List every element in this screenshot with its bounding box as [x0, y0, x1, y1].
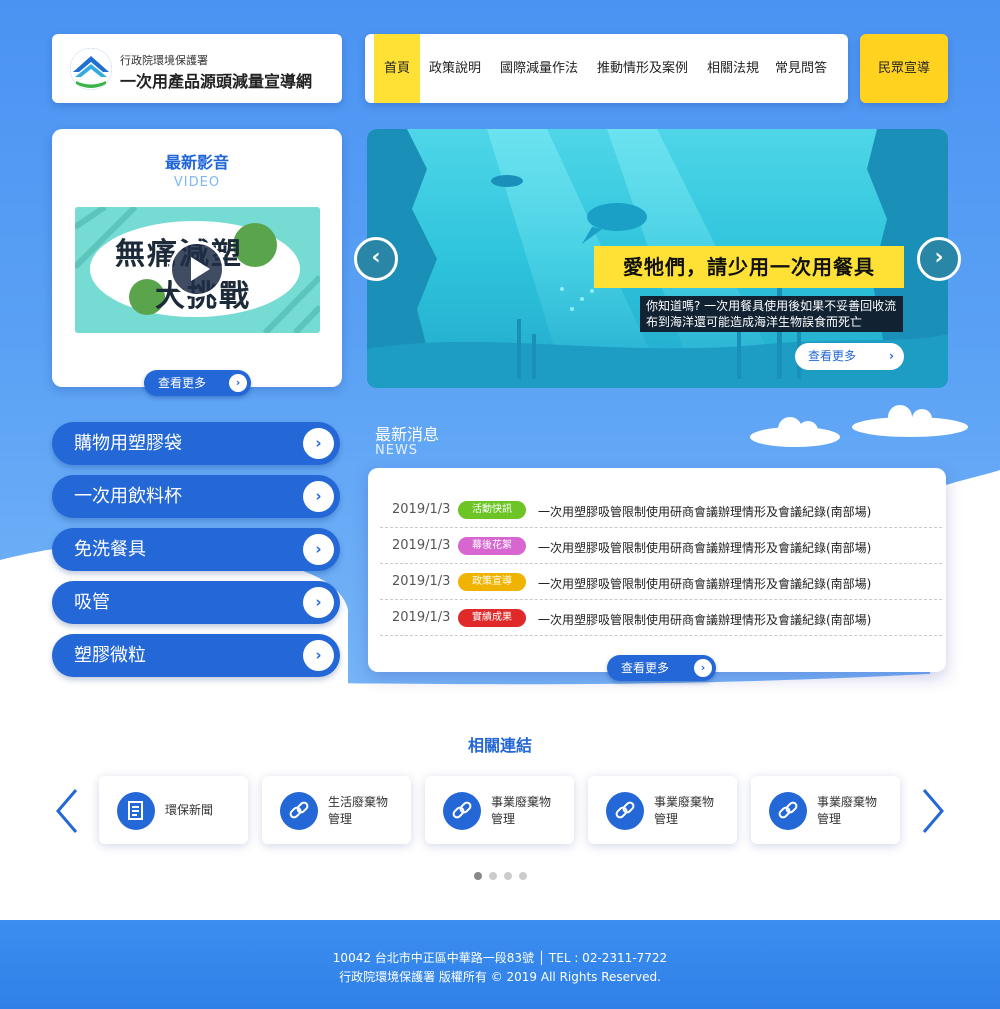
carousel-dot-active[interactable]	[474, 872, 482, 880]
link-label: 事業廢棄物	[817, 795, 878, 809]
chevron-right-icon: ›	[889, 349, 894, 363]
news-icon	[117, 792, 155, 830]
nav-regulations[interactable]: 相關法規	[707, 34, 759, 103]
video-more-label: 查看更多	[158, 376, 207, 390]
nav-policy[interactable]: 政策說明	[429, 34, 481, 103]
news-more-button[interactable]: 查看更多 ›	[607, 655, 716, 681]
news-date: 2019/1/3	[392, 610, 451, 625]
footer-copyright: 行政院環境保護署 版權所有 © 2019 All Rights Reserved…	[339, 970, 661, 984]
link-label: 管理	[491, 812, 516, 826]
category-microplastics[interactable]: 塑膠微粒 ›	[52, 634, 340, 677]
news-tag: 實績成果	[458, 609, 526, 627]
org-name: 行政院環境保護署	[120, 54, 208, 67]
banner-headline: 愛牠們，請少用一次用餐具	[594, 246, 904, 288]
site-name: 一次用產品源頭減量宣導網	[120, 72, 313, 91]
link-card-business-waste[interactable]: 事業廢棄物 管理	[425, 776, 574, 844]
chevron-right-icon: ›	[303, 534, 334, 565]
category-straw[interactable]: 吸管 ›	[52, 581, 340, 624]
public-promo-button[interactable]: 民眾宣導	[860, 34, 948, 103]
video-card: 最新影音 VIDEO 無痛減塑 大挑戰 查看更多 ›	[52, 129, 342, 396]
carousel-dot[interactable]	[519, 872, 527, 880]
link-icon	[280, 792, 318, 830]
main-nav: 首頁 政策說明 國際減量作法 推動情形及案例 相關法規 常見問答	[365, 34, 848, 103]
link-card-business-waste[interactable]: 事業廢棄物 管理	[588, 776, 737, 844]
news-text: 一次用塑膠吸管限制使用研商會議辦理情形及會議紀錄(南部場)	[538, 541, 872, 555]
footer-address: 10042 台北市中正區中華路一段83號 │ TEL : 02-2311-772…	[332, 951, 668, 965]
news-text: 一次用塑膠吸管限制使用研商會議辦理情形及會議紀錄(南部場)	[538, 505, 872, 519]
category-drink-cup[interactable]: 一次用飲料杯 ›	[52, 475, 340, 518]
site-logo[interactable]: 行政院環境保護署 一次用產品源頭減量宣導網	[52, 34, 342, 103]
links-title: 相關連結	[467, 736, 532, 755]
news-more-label: 查看更多	[621, 661, 670, 675]
play-icon[interactable]	[169, 241, 225, 297]
link-label: 管理	[817, 812, 842, 826]
link-label: 生活廢棄物	[328, 795, 389, 809]
link-label: 管理	[328, 812, 353, 826]
banner-next-button[interactable]: ›	[917, 237, 961, 281]
news-item[interactable]: 2019/1/3 活動快訊 一次用塑膠吸管限制使用研商會議辦理情形及會議紀錄(南…	[380, 492, 942, 528]
news-item[interactable]: 2019/1/3 政策宣導 一次用塑膠吸管限制使用研商會議辦理情形及會議紀錄(南…	[380, 564, 942, 600]
carousel-dot[interactable]	[489, 872, 497, 880]
link-label: 事業廢棄物	[654, 795, 715, 809]
news-item[interactable]: 2019/1/3 實績成果 一次用塑膠吸管限制使用研商會議辦理情形及會議紀錄(南…	[380, 600, 942, 636]
news-list: 2019/1/3 活動快訊 一次用塑膠吸管限制使用研商會議辦理情形及會議紀錄(南…	[368, 468, 946, 672]
category-label: 塑膠微粒	[74, 645, 146, 666]
chevron-right-icon: ›	[303, 587, 334, 618]
news-subtitle: NEWS	[375, 443, 419, 458]
news-title: 最新消息	[375, 425, 440, 444]
news-item[interactable]: 2019/1/3 幕後花絮 一次用塑膠吸管限制使用研商會議辦理情形及會議紀錄(南…	[380, 528, 942, 564]
video-title: 最新影音	[164, 153, 229, 172]
link-icon	[443, 792, 481, 830]
chevron-right-icon: ›	[303, 428, 334, 459]
carousel-dot[interactable]	[504, 872, 512, 880]
nav-home[interactable]: 首頁	[374, 34, 421, 103]
chevron-right-icon: ›	[229, 374, 247, 392]
news-tag: 幕後花絮	[458, 537, 526, 555]
category-label: 一次用飲料杯	[74, 486, 182, 507]
link-label: 事業廢棄物	[491, 795, 552, 809]
banner-more-label: 查看更多	[808, 349, 857, 363]
category-shopping-bag[interactable]: 購物用塑膠袋 ›	[52, 422, 340, 465]
link-card-household-waste[interactable]: 生活廢棄物 管理	[262, 776, 411, 844]
links-next-icon[interactable]	[918, 786, 948, 836]
category-label: 購物用塑膠袋	[74, 433, 182, 454]
news-date: 2019/1/3	[392, 574, 451, 589]
video-more-button[interactable]: 查看更多 ›	[144, 370, 251, 396]
link-label: 管理	[654, 812, 679, 826]
news-date: 2019/1/3	[392, 502, 451, 517]
news-text: 一次用塑膠吸管限制使用研商會議辦理情形及會議紀錄(南部場)	[538, 613, 872, 627]
nav-international[interactable]: 國際減量作法	[500, 34, 578, 103]
link-card-business-waste[interactable]: 事業廢棄物 管理	[751, 776, 900, 844]
banner-prev-button[interactable]: ‹	[354, 237, 398, 281]
banner-more-button[interactable]: 查看更多 ›	[795, 343, 904, 370]
nav-cases[interactable]: 推動情形及案例	[597, 34, 688, 103]
banner-subline: 你知道嗎? 一次用餐具使用後如果不妥善回收流布到海洋還可能造成海洋生物誤食而死亡	[640, 296, 903, 332]
news-tag: 政策宣導	[458, 573, 526, 591]
footer: 10042 台北市中正區中華路一段83號 │ TEL : 02-2311-772…	[0, 920, 1000, 1009]
news-date: 2019/1/3	[392, 538, 451, 553]
chevron-right-icon: ›	[303, 640, 334, 671]
links-prev-icon[interactable]	[52, 786, 82, 836]
video-subtitle: VIDEO	[173, 175, 221, 190]
category-label: 吸管	[74, 592, 110, 613]
link-icon	[606, 792, 644, 830]
video-thumbnail[interactable]: 無痛減塑 大挑戰	[75, 207, 320, 333]
news-text: 一次用塑膠吸管限制使用研商會議辦理情形及會議紀錄(南部場)	[538, 577, 872, 591]
news-tag: 活動快訊	[458, 501, 526, 519]
link-card-env-news[interactable]: 環保新聞	[99, 776, 248, 844]
epa-logo-icon	[70, 48, 112, 90]
nav-faq[interactable]: 常見問答	[775, 34, 827, 103]
chevron-right-icon: ›	[303, 481, 334, 512]
link-label: 環保新聞	[165, 803, 214, 817]
chevron-right-icon: ›	[694, 659, 712, 677]
link-icon	[769, 792, 807, 830]
category-label: 免洗餐具	[74, 539, 146, 560]
cloud-icon	[750, 405, 968, 447]
category-disposable-tableware[interactable]: 免洗餐具 ›	[52, 528, 340, 571]
